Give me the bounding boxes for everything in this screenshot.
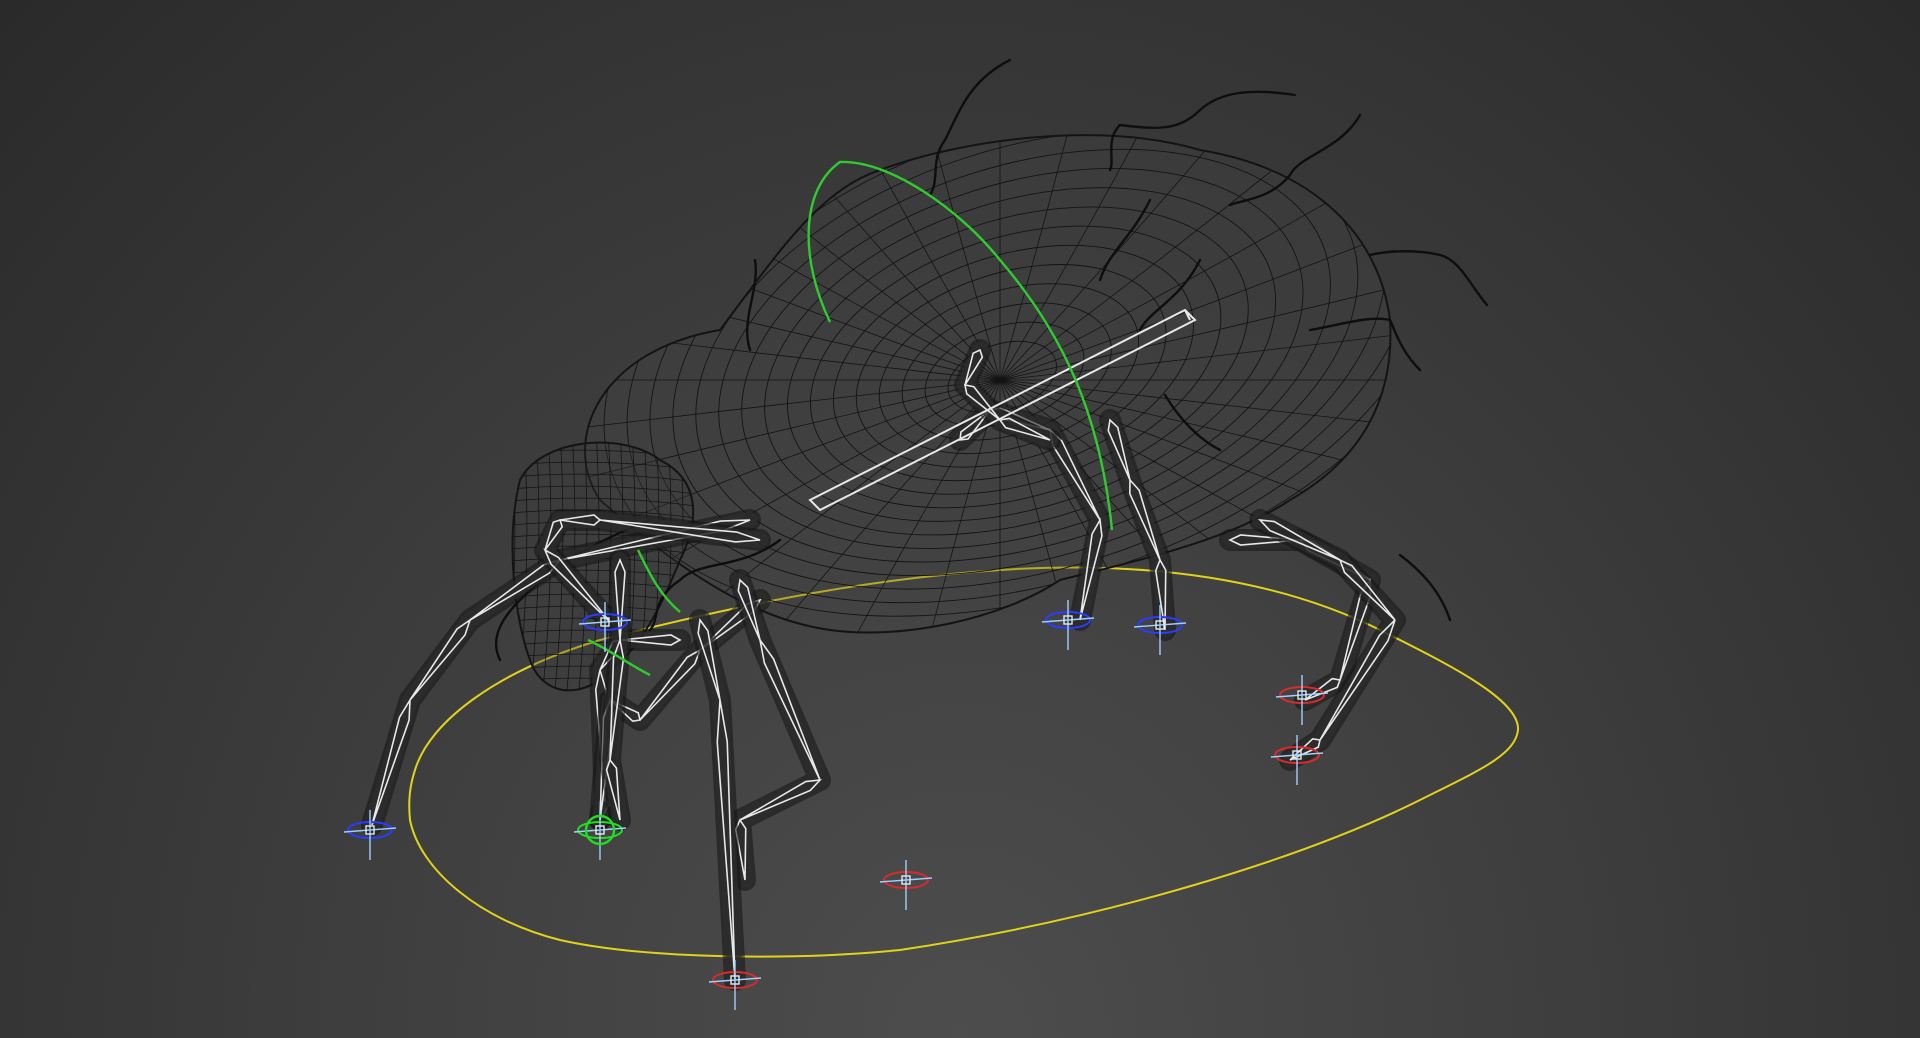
- ik-target-foot-center-b[interactable]: [1133, 605, 1187, 655]
- 3d-viewport[interactable]: [0, 0, 1920, 1038]
- ik-targets[interactable]: [343, 600, 1329, 1010]
- viewport-canvas[interactable]: [0, 0, 1920, 1038]
- ik-target-foot-left-front[interactable]: [343, 810, 397, 860]
- leg-mesh-inner: [1252, 512, 1403, 768]
- leg-5[interactable]: [599, 549, 631, 831]
- ik-target-foot-front-b[interactable]: [708, 960, 762, 1010]
- leg-7[interactable]: [689, 609, 746, 991]
- body-outline: [584, 134, 1392, 634]
- ik-target-foot-front-a[interactable]: [879, 860, 933, 910]
- leg-11[interactable]: [1249, 509, 1406, 771]
